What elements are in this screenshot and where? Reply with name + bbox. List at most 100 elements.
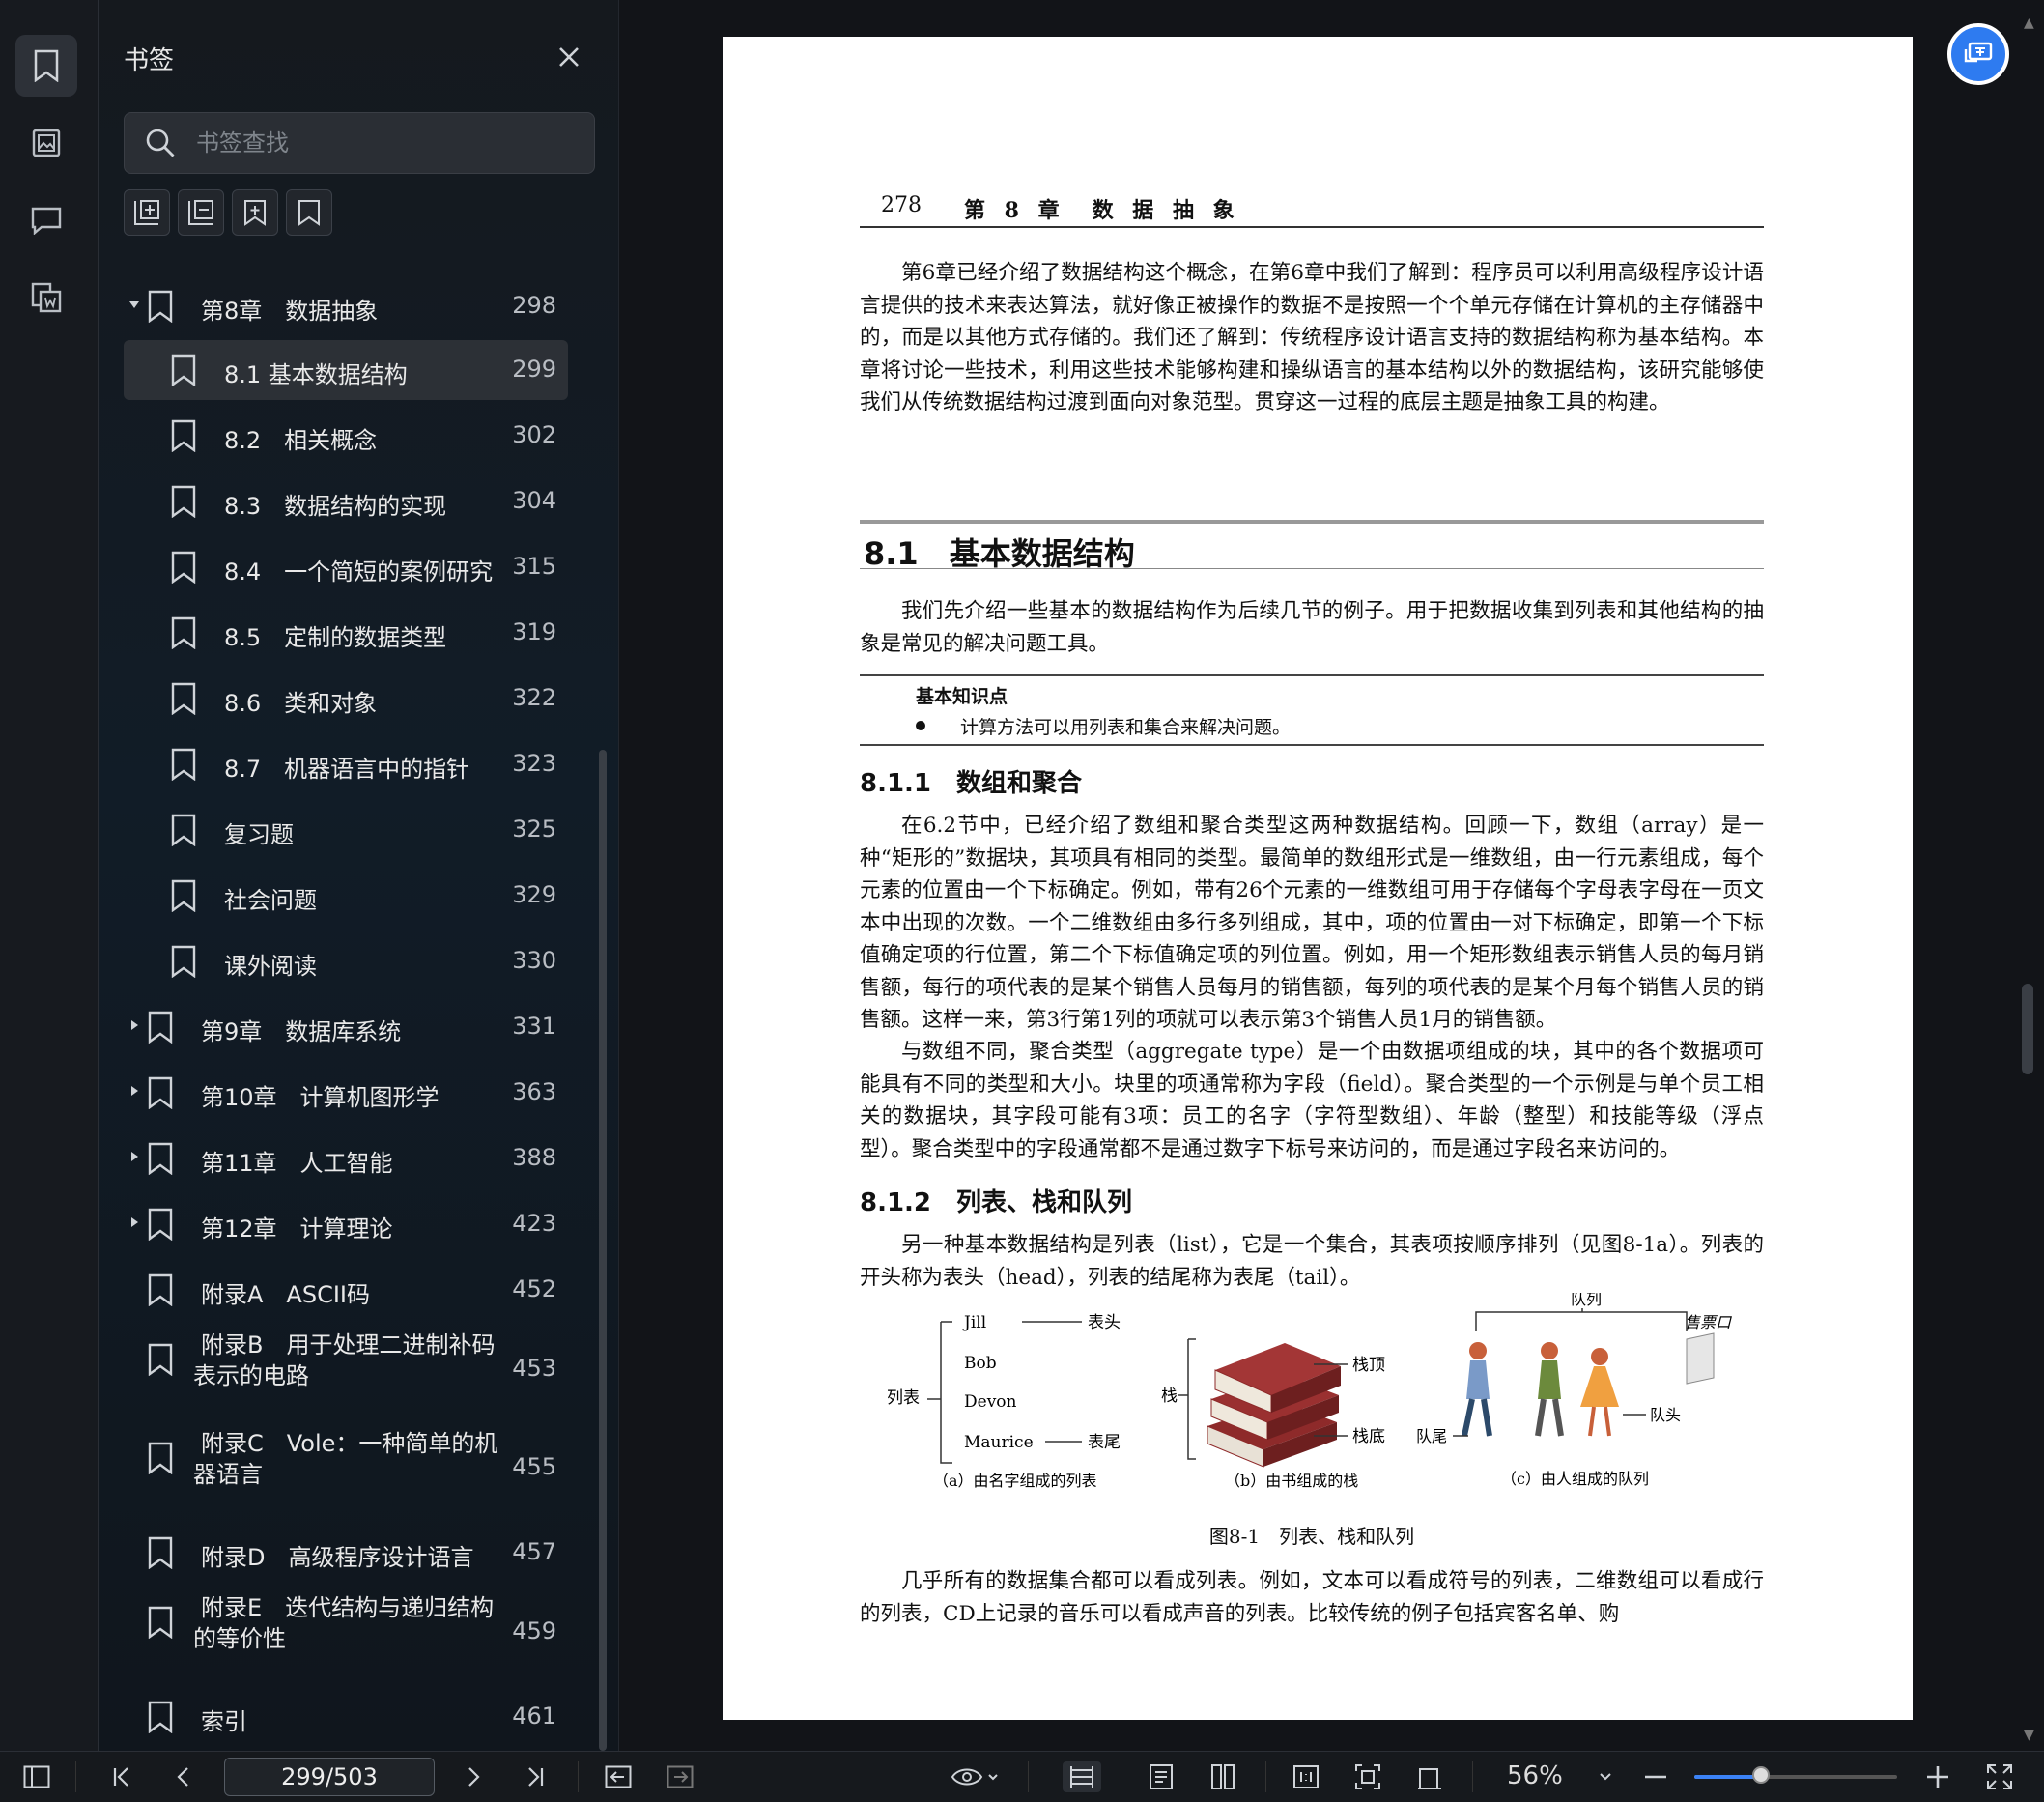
bookmark-page: 304: [512, 487, 556, 514]
scroll-down-icon[interactable]: ▼: [2024, 1728, 2034, 1743]
bookmark-item[interactable]: 第11章 人工智能 388: [124, 1129, 568, 1188]
bookmark-item[interactable]: 索引 461: [124, 1687, 568, 1747]
chevron-down-icon: [129, 301, 139, 308]
bookmark-icon: [171, 814, 196, 846]
queue-diagram: 队列 售票口 队尾 队头 （c）由人组成的队列: [1416, 1290, 1732, 1488]
page-number-input[interactable]: 299/503: [224, 1758, 435, 1796]
bookmark-page: 461: [512, 1702, 556, 1730]
stack-diagram: 栈 栈顶 栈底 （b）由书组成的栈: [1161, 1338, 1385, 1490]
bookmark-label: 第10章 计算机图形学: [201, 1084, 440, 1111]
rotate-page-button[interactable]: [1414, 1761, 1445, 1792]
bookmark-item[interactable]: 附录A ASCII码 452: [124, 1260, 568, 1320]
scroll-up-icon[interactable]: ▲: [2024, 15, 2034, 31]
floating-translate-button[interactable]: [1947, 23, 2009, 85]
bookmark-item[interactable]: 8.7 机器语言中的指针 323: [124, 734, 568, 794]
bookmark-item[interactable]: 第10章 计算机图形学 363: [124, 1063, 568, 1123]
single-page-button[interactable]: [1146, 1761, 1177, 1792]
last-page-icon: [528, 1767, 544, 1787]
fullscreen-button[interactable]: [1984, 1761, 2015, 1792]
chevron-right-icon: [131, 1152, 138, 1161]
fit-page-button[interactable]: [1352, 1761, 1383, 1792]
expand-all-button[interactable]: [124, 189, 170, 236]
go-back-button[interactable]: [603, 1761, 634, 1792]
actual-size-button[interactable]: [1291, 1761, 1321, 1792]
bookmark-item[interactable]: 8.2 相关概念 302: [124, 406, 568, 466]
comment-panel-button[interactable]: [15, 189, 77, 251]
bookmark-item[interactable]: 8.4 一个简短的案例研究 315: [124, 537, 568, 597]
knowledge-item: 计算方法可以用列表和集合来解决问题。: [960, 717, 1292, 738]
image-icon: [32, 129, 61, 157]
zoom-in-button[interactable]: [1922, 1761, 1953, 1792]
sidebar-scrollbar[interactable]: [599, 750, 607, 1751]
first-page-button[interactable]: [106, 1761, 137, 1792]
bookmark-item[interactable]: 附录E 迭代结构与递归结构 的等价性 459: [124, 1592, 568, 1681]
zoom-out-button[interactable]: [1640, 1761, 1671, 1792]
paragraph: 在6.2节中，已经介绍了数组和聚合类型这两种数据结构。回顾一下，数组（array…: [860, 814, 1764, 1032]
search-input[interactable]: [194, 125, 575, 161]
bookmark-label: 8.3 数据结构的实现: [224, 493, 447, 520]
bookmark-page: 455: [512, 1453, 556, 1480]
zoom-slider[interactable]: [1694, 1766, 1897, 1784]
bookmark-search[interactable]: [124, 112, 595, 174]
previous-page-button[interactable]: [168, 1761, 199, 1792]
chevron-right-icon: [131, 1020, 138, 1030]
section-underline: [860, 568, 1764, 569]
running-title: 第 8 章 数 据 抽 象: [964, 198, 1240, 223]
bookmark-item[interactable]: 第9章 数据库系统 331: [124, 997, 568, 1057]
document-scrollbar[interactable]: [2022, 984, 2033, 1074]
go-forward-button[interactable]: [665, 1761, 696, 1792]
bookmark-panel-button[interactable]: [15, 35, 77, 97]
bookmark-item[interactable]: 8.1 基本数据结构 299: [124, 340, 568, 400]
bookmark-icon: [148, 1343, 173, 1376]
view-mode-dropdown[interactable]: [951, 1761, 1003, 1792]
bottom-toolbar: 299/503 56%: [0, 1751, 2044, 1802]
bookmark-label: 复习题: [224, 821, 294, 848]
bookmark-label: 8.1 基本数据结构: [224, 361, 408, 388]
bookmark-item[interactable]: 8.3 数据结构的实现 304: [124, 472, 568, 531]
zoom-level[interactable]: 56%: [1507, 1761, 1563, 1790]
bookmark-icon: [171, 419, 196, 452]
zoom-dropdown[interactable]: [1590, 1761, 1621, 1792]
bookmark-label-line2: 的等价性: [193, 1625, 286, 1652]
rotate-icon: [1418, 1768, 1441, 1789]
bookmark-item[interactable]: 课外阅读 330: [124, 931, 568, 991]
bookmark-page: 453: [512, 1355, 556, 1382]
divider: [1028, 1761, 1029, 1792]
extract-panel-button[interactable]: [15, 267, 77, 329]
bookmark-page: 322: [512, 684, 556, 711]
add-bookmark-button[interactable]: [232, 189, 278, 236]
paragraph: 几乎所有的数据集合都可以看成列表。例如，文本可以看成符号的列表，二维数组可以看成…: [860, 1569, 1764, 1626]
document-page: 278 第 8 章 数 据 抽 象 第6章已经介绍了数据结构这个概念，在第6章中…: [723, 37, 1913, 1720]
bookmark-item[interactable]: 第8章 数据抽象 298: [124, 276, 568, 336]
stack-bottom-label: 栈底: [1352, 1427, 1385, 1446]
close-sidebar-button[interactable]: [554, 43, 583, 72]
left-rail: [0, 0, 99, 1751]
bookmark-item[interactable]: 附录C Vole：一种简单的机 器语言 455: [124, 1428, 568, 1517]
bookmark-item[interactable]: 8.5 定制的数据类型 319: [124, 603, 568, 663]
thumbnail-panel-button[interactable]: [15, 112, 77, 174]
screen-translate-icon: [1964, 42, 1993, 63]
collapse-all-button[interactable]: [178, 189, 224, 236]
bookmark-icon: [171, 354, 196, 386]
toggle-sidebar-button[interactable]: [21, 1761, 52, 1792]
bookmark-icon: [148, 1142, 173, 1175]
bookmark-item[interactable]: 附录B 用于处理二进制补码 表示的电路 453: [124, 1330, 568, 1418]
bookmark-item[interactable]: 第12章 计算理论 423: [124, 1194, 568, 1254]
two-page-button[interactable]: [1207, 1761, 1238, 1792]
bookmark-item[interactable]: 附录D 高级程序设计语言 457: [124, 1523, 568, 1583]
last-page-button[interactable]: [520, 1761, 551, 1792]
queue-tail-label: 队尾: [1416, 1427, 1447, 1445]
bookmark-item[interactable]: 社会问题 329: [124, 866, 568, 926]
bookmark-label-line2: 器语言: [193, 1461, 263, 1488]
list-tail-label: 表尾: [1088, 1433, 1121, 1452]
fit-width-button[interactable]: [1063, 1761, 1101, 1792]
zoom-slider-handle[interactable]: [1752, 1766, 1771, 1784]
document-viewport[interactable]: ▲ 278 第 8 章 数 据 抽 象 第6章已经介绍了数据结构这个概念，在第6…: [619, 0, 2044, 1751]
bookmark-outline-icon: [298, 200, 320, 226]
bookmark-item[interactable]: 8.6 类和对象 322: [124, 669, 568, 729]
bookmark-mark-button[interactable]: [286, 189, 332, 236]
bookmark-label: 课外阅读: [224, 953, 317, 980]
bookmark-item[interactable]: 复习题 325: [124, 800, 568, 860]
page-number: 278: [881, 193, 922, 217]
next-page-button[interactable]: [458, 1761, 489, 1792]
